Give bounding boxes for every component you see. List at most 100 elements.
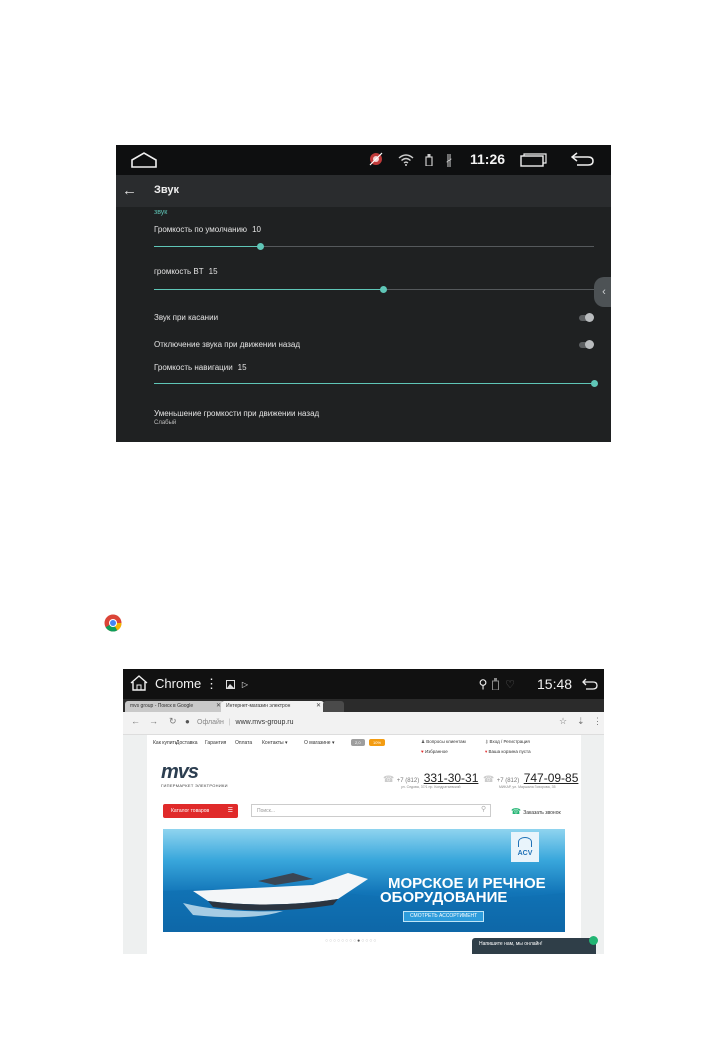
tab-strip: mvs group - Поиск в Google ✕ Интернет-ма… <box>123 699 604 712</box>
promo-banner[interactable]: ACV МОРСКОЕ И РЕЧНОЕ ОБОРУДОВАНИЕ СМОТРЕ… <box>163 829 565 932</box>
nav-volume-slider[interactable] <box>154 380 598 387</box>
tab-google-search[interactable]: mvs group - Поиск в Google ✕ <box>125 701 224 712</box>
default-volume-slider[interactable] <box>154 243 594 250</box>
touch-sound-toggle[interactable] <box>579 313 594 322</box>
image-notification-icon <box>225 679 235 689</box>
phone-icon: ☎ <box>383 774 397 784</box>
wifi-icon <box>398 153 414 167</box>
phone-1-address: ул. Седова, 37/1 пр. Кондратьевский <box>401 785 461 789</box>
online-chat-widget[interactable]: Напишите нам, мы онлайн! <box>472 936 598 954</box>
phone-1-code: +7 (812) <box>396 778 420 784</box>
bluetooth-icon: ∦ <box>445 151 453 167</box>
login-link[interactable]: ⚷ Вход / Регистрация <box>485 739 530 745</box>
app-bar <box>116 175 611 207</box>
nav-volume-text: Громкость навигации <box>154 363 233 372</box>
tab-label: mvs group - Поиск в Google <box>130 703 194 709</box>
reload-icon[interactable]: ↻ <box>169 716 177 727</box>
home-icon[interactable] <box>130 151 158 169</box>
nav-how-to-buy[interactable]: Как купить <box>153 740 177 746</box>
search-row: Каталог товаров ☰ Поиск... ⚲ ☎ Заказать … <box>147 801 581 823</box>
bt-volume-value: 15 <box>208 267 218 276</box>
reverse-mute-label: Отключение звука при движении назад <box>154 340 301 349</box>
back-arrow-icon[interactable]: ← <box>122 182 137 199</box>
back-arrow-icon[interactable]: ← <box>131 716 140 726</box>
bookmark-star-icon[interactable]: ☆ <box>559 716 567 727</box>
cart-link[interactable]: ▾ Ваша корзина пуста <box>485 749 531 755</box>
new-tab-button[interactable] <box>323 701 344 712</box>
slider-thumb[interactable] <box>256 243 264 250</box>
section-header: звук <box>154 209 168 216</box>
back-icon[interactable] <box>581 677 599 691</box>
discount-badge[interactable]: 10% <box>369 739 386 746</box>
cart-text: Ваша корзина пуста <box>488 749 531 754</box>
default-volume-text: Громкость по умолчанию <box>154 225 248 234</box>
home-icon[interactable] <box>129 674 149 692</box>
default-volume-label: Громкость по умолчанию 10 <box>154 225 261 234</box>
search-input[interactable]: Поиск... <box>251 804 491 817</box>
site-logo[interactable]: mvs <box>161 761 199 784</box>
browser-toolbar: ← → ↻ ● Офлайн | www.mvs-group.ru ☆ ⇣ ⋮ <box>123 712 604 735</box>
slider-thumb[interactable] <box>379 286 387 293</box>
address-bar[interactable]: Офлайн | www.mvs-group.ru <box>197 716 527 729</box>
slider-thumb[interactable] <box>591 380 598 387</box>
offline-icon: ● <box>185 717 190 726</box>
side-panel-handle[interactable]: ‹ <box>594 277 611 307</box>
acv-brand-logo: ACV <box>511 832 539 862</box>
tab-mvs-store[interactable]: Интернет-магазин электрон ✕ <box>221 701 324 712</box>
menu-icon[interactable]: ⋮ <box>593 716 602 727</box>
web-page: Как купить Доставка Гарантия Оплата Конт… <box>123 735 604 954</box>
no-sound-icon <box>368 151 384 167</box>
favorites-text: Избранное <box>424 749 448 754</box>
search-icon[interactable]: ⚲ <box>481 805 486 813</box>
phone-2-code: +7 (812) <box>496 778 520 784</box>
favorites-link[interactable]: ♥ Избранное <box>421 749 448 754</box>
location-icon: ⚲ <box>478 677 488 691</box>
slider-fill <box>154 246 260 247</box>
status-bar: ∦ 11:26 <box>116 145 611 175</box>
carousel-dots[interactable]: ○○○○○○○○●○○○○ <box>325 938 377 944</box>
phone-callback-icon: ☎ <box>511 807 524 816</box>
catalog-button[interactable]: Каталог товаров ☰ <box>163 804 238 818</box>
usb-icon <box>424 153 434 167</box>
download-icon[interactable]: ⇣ <box>577 716 585 727</box>
play-store-icon: ▷ <box>241 679 249 689</box>
overflow-menu-icon[interactable]: ⋮ <box>205 676 218 692</box>
back-icon[interactable] <box>570 151 596 167</box>
offline-label: Офлайн <box>197 719 224 726</box>
page-title: Звук <box>154 184 180 196</box>
forward-arrow-icon[interactable]: → <box>149 716 158 726</box>
nav-warranty[interactable]: Гарантия <box>205 740 226 746</box>
callback-link[interactable]: ☎ Заказать звонок <box>511 807 561 816</box>
status-bar: Chrome ⋮ ▷ ⚲ ♡ 15:48 <box>123 669 604 699</box>
banner-headline-line2: ОБОРУДОВАНИЕ <box>380 889 508 906</box>
slider-fill <box>154 383 594 384</box>
customer-questions-link[interactable]: ♟ Вопросы клиентам <box>421 739 466 745</box>
signal-icon: ♡ <box>505 678 515 691</box>
close-icon[interactable]: ✕ <box>316 701 321 712</box>
brand-arc-icon <box>518 837 532 847</box>
reverse-reduce-value: Слабый <box>154 420 177 426</box>
bt-volume-label: громкость BT 15 <box>154 267 218 276</box>
carousel-dot-active[interactable]: ● <box>357 938 361 944</box>
callback-text: Заказать звонок <box>523 810 561 816</box>
nav-delivery[interactable]: Доставка <box>176 740 197 746</box>
nav-about[interactable]: О магазине ▾ <box>304 740 334 746</box>
bt-volume-slider[interactable] <box>154 286 594 293</box>
reverse-mute-toggle[interactable] <box>579 340 594 349</box>
reverse-reduce-label[interactable]: Уменьшение громкости при движении назад <box>154 409 319 418</box>
touch-sound-label: Звук при касании <box>154 313 219 322</box>
chat-status-icon <box>589 936 598 945</box>
brand-name: ACV <box>517 850 533 857</box>
login-text: Вход / Регистрация <box>489 739 530 744</box>
bt-volume-text: громкость BT <box>154 267 204 276</box>
rating-badge: 2,0 <box>351 739 365 746</box>
nav-volume-label: Громкость навигации 15 <box>154 363 247 372</box>
url-text: www.mvs-group.ru <box>235 719 294 726</box>
view-assortment-button[interactable]: СМОТРЕТЬ АССОРТИМЕНТ <box>403 911 485 922</box>
recent-apps-icon[interactable] <box>518 152 548 168</box>
banner-headline: МОРСКОЕ И РЕЧНОЕ ОБОРУДОВАНИЕ <box>380 876 546 905</box>
nav-payment[interactable]: Оплата <box>235 740 252 746</box>
phone-2-address: МИКАР, ул. Маршала Говорова, 35 <box>499 785 556 789</box>
phone-icon: ☎ <box>483 774 497 784</box>
nav-contacts[interactable]: Контакты ▾ <box>262 740 288 746</box>
